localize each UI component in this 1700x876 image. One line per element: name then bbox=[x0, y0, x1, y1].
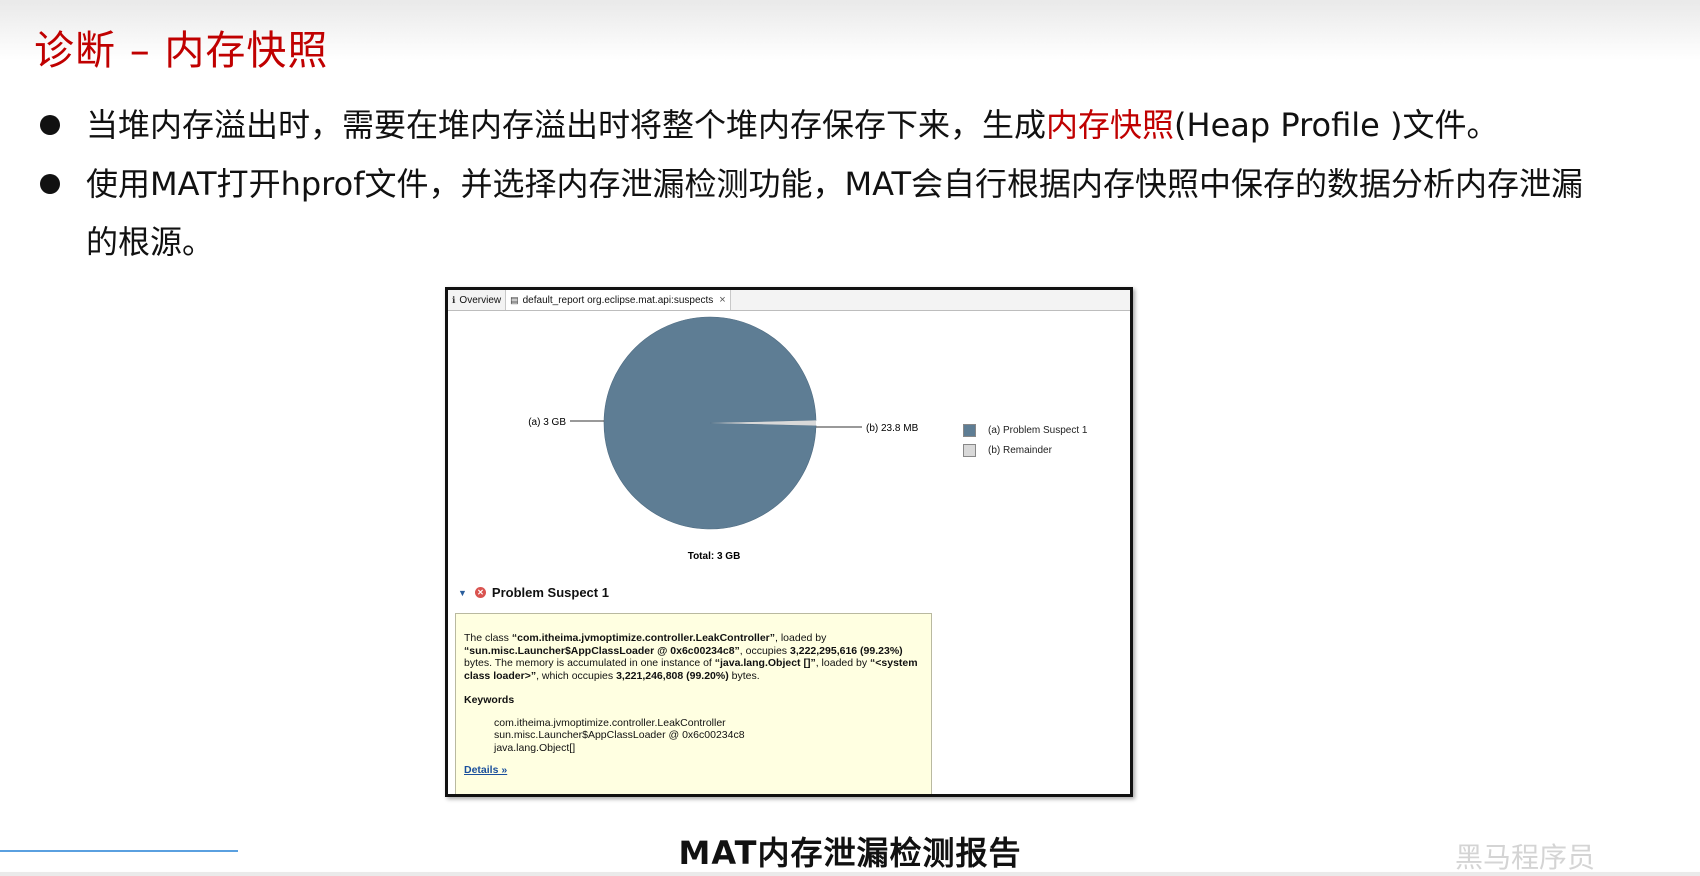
keyword-item: sun.misc.Launcher$AppClassLoader @ 0x6c0… bbox=[494, 729, 745, 741]
figure-caption: MAT内存泄漏检测报告 bbox=[678, 834, 1022, 872]
legend-item-remainder: (b) Remainder bbox=[963, 440, 1088, 460]
bullet-heap-profile: 当堆内存溢出时，需要在堆内存溢出时将整个堆内存保存下来，生成内存快照(Heap … bbox=[40, 96, 1640, 154]
editor-tab-bar: ℹ Overview ▤ default_report org.eclipse.… bbox=[448, 290, 1130, 311]
slice-label-a: (a) 3 GB bbox=[528, 417, 566, 428]
tab-overview[interactable]: ℹ Overview bbox=[448, 290, 507, 310]
legend-swatch bbox=[963, 443, 976, 457]
bullet-text: 使用MAT打开hprof文件，并选择内存泄漏检测功能，MAT会自行根据内存快照中… bbox=[86, 165, 1584, 261]
highlight-text: 内存快照 bbox=[1046, 106, 1175, 144]
chart-legend: (a) Problem Suspect 1 (b) Remainder bbox=[963, 420, 1088, 460]
details-link[interactable]: Details » bbox=[464, 764, 507, 777]
keyword-item: java.lang.Object[] bbox=[494, 741, 576, 754]
suspect-description: The class “com.itheima.jvmoptimize.contr… bbox=[464, 632, 918, 682]
chevron-down-icon[interactable]: ▼ bbox=[458, 588, 467, 598]
bullet-dot bbox=[40, 174, 60, 194]
legend-item-problem-suspect: (a) Problem Suspect 1 bbox=[963, 420, 1088, 440]
keyword-item: com.itheima.jvmoptimize.controller.LeakC… bbox=[494, 716, 726, 729]
problem-suspect-details: The class “com.itheima.jvmoptimize.contr… bbox=[455, 613, 932, 794]
problem-suspect-header[interactable]: ▼ ✕ Problem Suspect 1 bbox=[458, 585, 609, 600]
slice-label-b: (b) 23.8 MB bbox=[866, 423, 919, 434]
info-icon: ℹ bbox=[452, 294, 456, 305]
error-icon: ✕ bbox=[474, 587, 486, 598]
bullet-mat-usage: 使用MAT打开hprof文件，并选择内存泄漏检测功能，MAT会自行根据内存快照中… bbox=[40, 155, 1600, 271]
watermark-logo: 黑马程序员 bbox=[1455, 841, 1596, 874]
bullet-dot bbox=[40, 115, 60, 135]
slide-title: 诊断 – 内存快照 bbox=[34, 28, 329, 74]
keywords-list: com.itheima.jvmoptimize.controller.LeakC… bbox=[494, 717, 923, 755]
total-label: Total: 3 GB bbox=[688, 551, 741, 562]
keywords-title: Keywords bbox=[464, 694, 515, 706]
close-icon[interactable]: × bbox=[719, 294, 725, 306]
report-icon: ▤ bbox=[510, 294, 519, 305]
mat-screenshot: ℹ Overview ▤ default_report org.eclipse.… bbox=[445, 287, 1133, 797]
progress-line bbox=[0, 850, 238, 852]
bullet-text: 当堆内存溢出时，需要在堆内存溢出时将整个堆内存保存下来，生成内存快照(Heap … bbox=[86, 106, 1499, 144]
tab-default-report[interactable]: ▤ default_report org.eclipse.mat.api:sus… bbox=[506, 290, 731, 310]
legend-swatch bbox=[963, 423, 976, 437]
